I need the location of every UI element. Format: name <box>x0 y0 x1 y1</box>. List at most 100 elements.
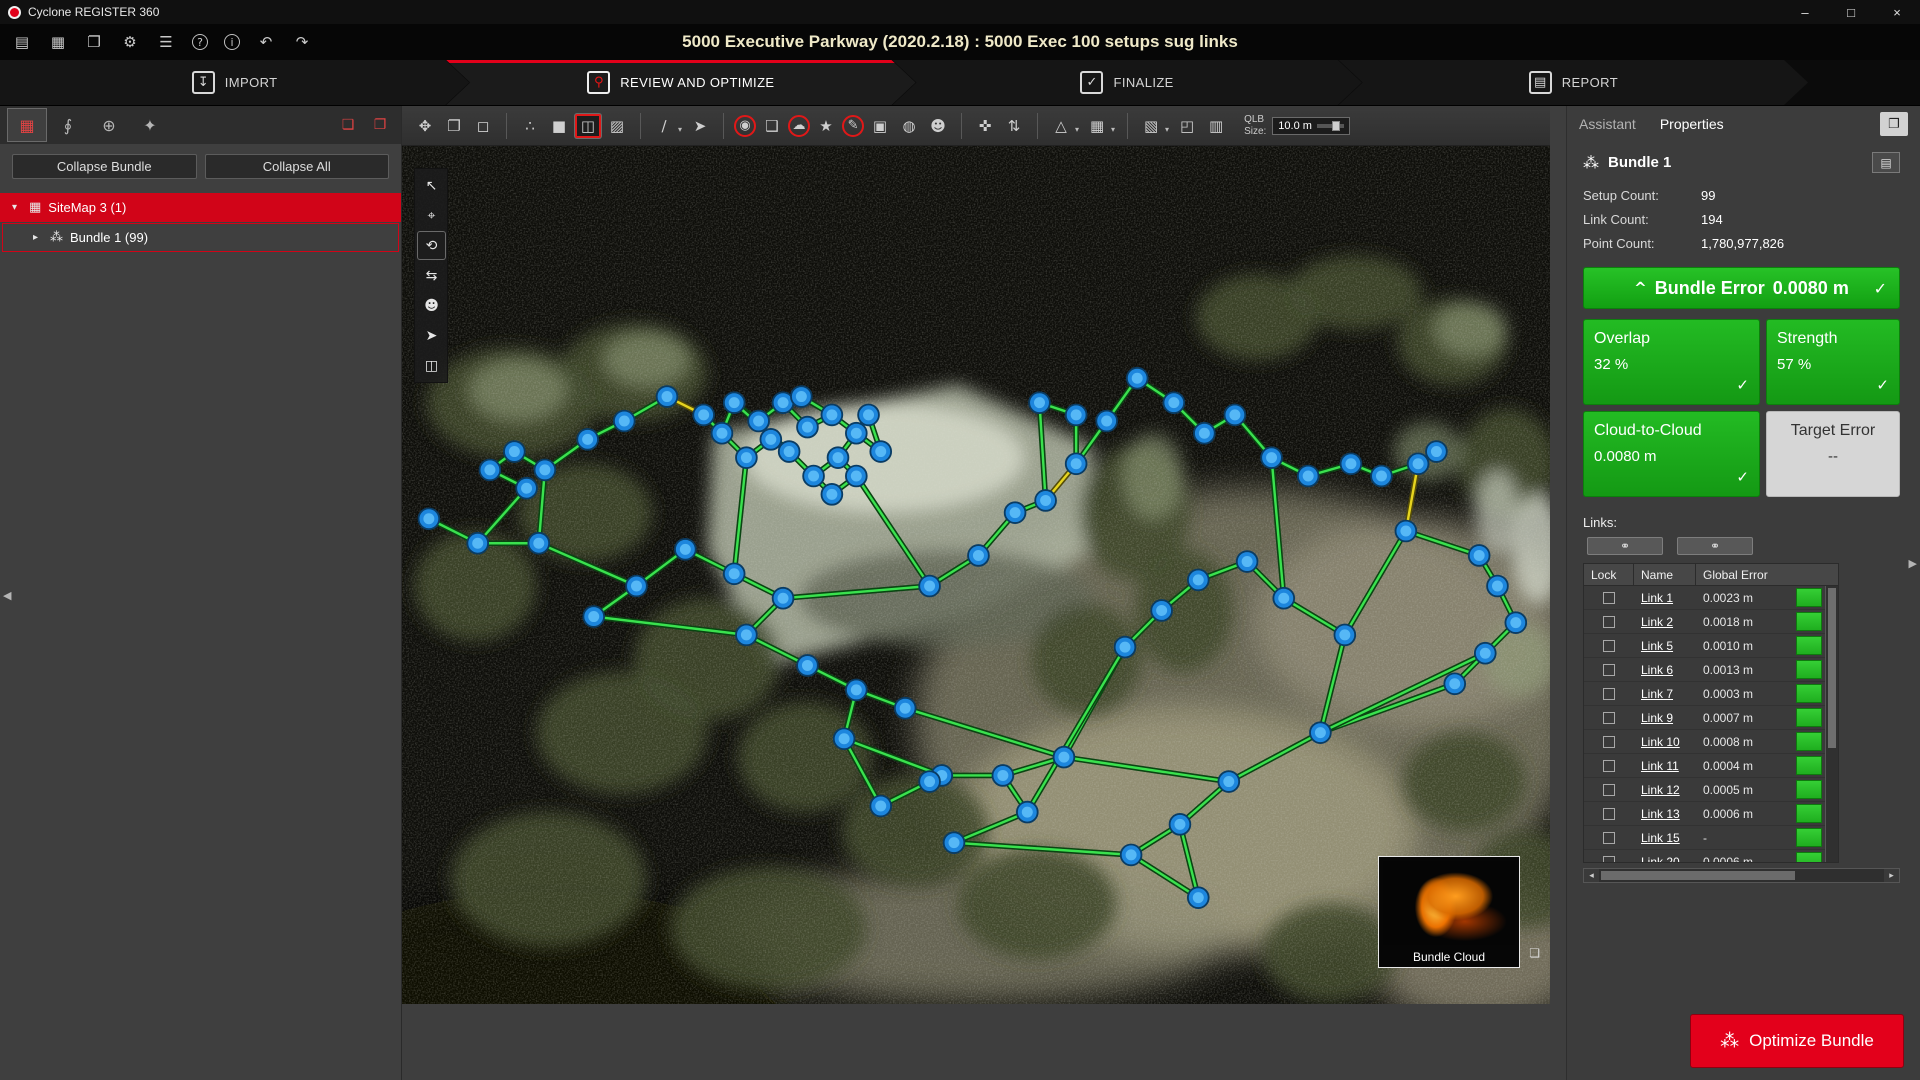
link-lock-checkbox[interactable] <box>1603 736 1615 748</box>
qlb-size-slider[interactable] <box>1317 124 1344 128</box>
tree-item-bundle[interactable]: ▸⁂Bundle 1 (99) <box>2 223 399 252</box>
help-icon[interactable]: ? <box>192 34 208 50</box>
link-name[interactable]: Link 11 <box>1634 759 1696 773</box>
tree-item-sitemap[interactable]: ▾▦SiteMap 3 (1) <box>0 193 401 222</box>
open-project-icon[interactable]: ▤ <box>12 32 32 52</box>
metric-tile-overlap[interactable]: Overlap32 %✓ <box>1583 319 1760 405</box>
link-name[interactable]: Link 6 <box>1634 663 1696 677</box>
link-name[interactable]: Link 1 <box>1634 591 1696 605</box>
qlb-slider-thumb[interactable] <box>1332 121 1340 131</box>
import-data-icon[interactable]: ❐ <box>84 32 104 52</box>
tab-import[interactable]: ↧IMPORT <box>0 60 469 105</box>
link-row[interactable]: Link 15- <box>1584 826 1838 850</box>
expand-right-panel-icon[interactable]: ▶ <box>1909 557 1917 570</box>
close-button[interactable]: × <box>1874 0 1920 24</box>
link-row[interactable]: Link 130.0006 m <box>1584 802 1838 826</box>
tab-review-and-optimize[interactable]: ⚲REVIEW AND OPTIMIZE <box>446 60 915 105</box>
tree-expander-icon[interactable]: ▾ <box>12 202 22 213</box>
links-vertical-scrollbar[interactable] <box>1825 586 1838 862</box>
pan-view-icon[interactable]: ✥ <box>412 114 438 138</box>
header-global-error[interactable]: Global Error <box>1696 564 1838 585</box>
favorites-tab-icon[interactable]: ✦ <box>131 109 169 141</box>
link-row[interactable]: Link 20.0018 m <box>1584 610 1838 634</box>
tab-finalize[interactable]: ✓FINALIZE <box>893 60 1362 105</box>
view-cube-icon-dropdown[interactable]: ▾ <box>1165 125 1169 134</box>
link-name[interactable]: Link 2 <box>1634 615 1696 629</box>
save-project-icon[interactable]: ▦ <box>48 32 68 52</box>
vertical-scroll-thumb[interactable] <box>1828 588 1836 748</box>
fly-tool-icon[interactable]: ➤ <box>418 322 445 349</box>
3d-viewport[interactable]: ↖⌖⟲⇆☻➤◫ Bundle Cloud ❏ <box>402 146 1550 1004</box>
pano-view-icon[interactable]: ▨ <box>604 114 630 138</box>
scroll-left-icon[interactable]: ◂ <box>1584 869 1599 882</box>
add-annotation-icon[interactable]: ★ <box>813 114 839 138</box>
snapshot-icon[interactable]: ▣ <box>867 114 893 138</box>
link-name[interactable]: Link 7 <box>1634 687 1696 701</box>
maximize-button[interactable]: □ <box>1828 0 1874 24</box>
undock-panel-icon[interactable]: ❏ <box>335 112 361 138</box>
horizontal-scroll-thumb[interactable] <box>1601 871 1795 880</box>
header-name[interactable]: Name <box>1634 564 1696 585</box>
ortho-view-icon[interactable]: ◰ <box>1174 114 1200 138</box>
draw-markup-icon[interactable]: ✎ <box>842 115 864 137</box>
pick-tool-icon[interactable]: ⌖ <box>418 202 445 229</box>
grid-display-icon[interactable]: ▦ <box>1084 114 1110 138</box>
attachments-tab-icon[interactable]: ∮ <box>49 109 87 141</box>
link-name[interactable]: Link 12 <box>1634 783 1696 797</box>
link-row[interactable]: Link 70.0003 m <box>1584 682 1838 706</box>
swap-setup-icon[interactable]: ⇅ <box>1001 114 1027 138</box>
scroll-right-icon[interactable]: ▸ <box>1884 869 1899 882</box>
add-target-icon[interactable]: ◉ <box>734 115 756 137</box>
link-name[interactable]: Link 5 <box>1634 639 1696 653</box>
links-horizontal-scrollbar[interactable]: ◂ ▸ <box>1583 868 1900 883</box>
limit-box-icon[interactable]: △ <box>1048 114 1074 138</box>
add-cloud-icon[interactable]: ☁ <box>788 115 810 137</box>
link-row[interactable]: Link 10.0023 m <box>1584 586 1838 610</box>
tab-properties[interactable]: Properties <box>1660 116 1724 132</box>
view-cube-icon[interactable]: ▧ <box>1138 114 1164 138</box>
link-name[interactable]: Link 20 <box>1634 855 1696 864</box>
bundle-error-banner[interactable]: ^ Bundle Error 0.0080 m ✓ <box>1583 267 1900 309</box>
link-row[interactable]: Link 100.0008 m <box>1584 730 1838 754</box>
zoom-window-icon[interactable]: ◻ <box>470 114 496 138</box>
horizontal-scroll-track[interactable] <box>1599 869 1884 882</box>
project-layers-tab-icon[interactable]: ▦ <box>8 109 46 141</box>
tab-report[interactable]: ▤REPORT <box>1339 60 1808 105</box>
window-layout-icon[interactable]: ❐ <box>441 114 467 138</box>
metric-tile-target-error[interactable]: Target Error-- <box>1766 411 1900 497</box>
tree-expander-icon[interactable]: ▸ <box>33 232 43 243</box>
link-lock-checkbox[interactable] <box>1603 784 1615 796</box>
link-lock-checkbox[interactable] <box>1603 640 1615 652</box>
add-tag-icon[interactable]: ❑ <box>759 114 785 138</box>
link-tool-button-1[interactable]: ⚭ <box>1587 537 1663 555</box>
link-name[interactable]: Link 15 <box>1634 831 1696 845</box>
web-share-tab-icon[interactable]: ⊕ <box>90 109 128 141</box>
thumbnail-detach-icon[interactable]: ❏ <box>1529 946 1540 960</box>
user-marker-icon[interactable]: ☻ <box>925 114 951 138</box>
collapse-left-panel-icon[interactable]: ◀ <box>3 589 11 602</box>
orbit-tool-icon[interactable]: ⟲ <box>418 232 445 259</box>
minimize-button[interactable]: – <box>1782 0 1828 24</box>
scan-mode-icon[interactable]: ▥ <box>1203 114 1229 138</box>
collapse-all-button[interactable]: Collapse All <box>205 154 390 179</box>
dock-panel-icon[interactable]: ❐ <box>367 112 393 138</box>
settings-icon[interactable]: ⚙ <box>120 32 140 52</box>
link-name[interactable]: Link 9 <box>1634 711 1696 725</box>
link-lock-checkbox[interactable] <box>1603 808 1615 820</box>
section-tool-icon[interactable]: ◫ <box>418 352 445 379</box>
bundle-list-button[interactable]: ▤ <box>1872 152 1900 173</box>
link-row[interactable]: Link 50.0010 m <box>1584 634 1838 658</box>
panel-layout-icon[interactable]: ❐ <box>1880 112 1908 136</box>
pan-tool-icon[interactable]: ⇆ <box>418 262 445 289</box>
undo-icon[interactable]: ↶ <box>256 32 276 52</box>
walk-tool-icon[interactable]: ☻ <box>418 292 445 319</box>
geotag-icon[interactable]: ◍ <box>896 114 922 138</box>
link-lock-checkbox[interactable] <box>1603 664 1615 676</box>
optimize-bundle-button[interactable]: ⁂ Optimize Bundle <box>1690 1014 1904 1068</box>
select-tool-icon[interactable]: ↖ <box>418 172 445 199</box>
link-row[interactable]: Link 90.0007 m <box>1584 706 1838 730</box>
point-render-icon[interactable]: ∴ <box>517 114 543 138</box>
redo-icon[interactable]: ↷ <box>292 32 312 52</box>
info-icon[interactable]: i <box>224 34 240 50</box>
link-name[interactable]: Link 10 <box>1634 735 1696 749</box>
